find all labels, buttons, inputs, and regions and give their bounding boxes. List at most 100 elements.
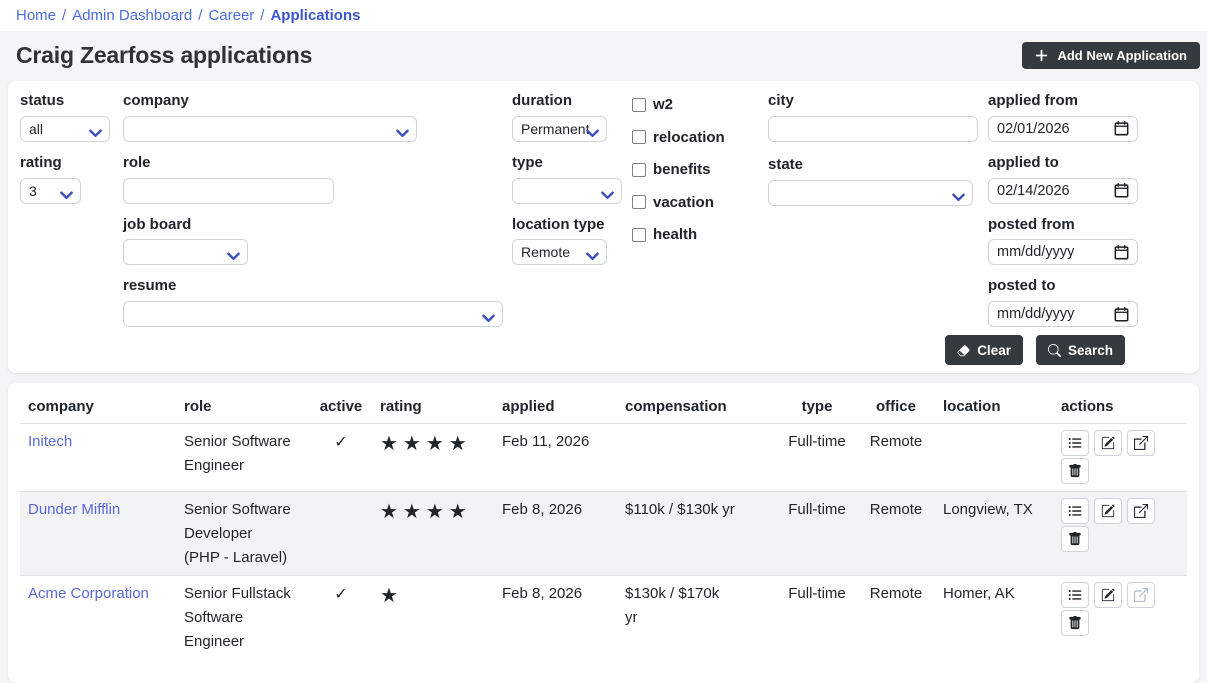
table-header-row: company role active rating applied compe… [20,395,1187,424]
applied-to-input[interactable]: 02/14/2026 [988,178,1138,204]
location-type-label: location type [512,216,622,235]
column-header-applied: applied [494,395,617,424]
type-label: type [512,154,622,173]
delete-button[interactable] [1061,526,1089,552]
duration-label: duration [512,92,622,111]
calendar-icon[interactable] [1114,245,1129,260]
checkbox-label: benefits [653,160,711,180]
external-link-button[interactable] [1127,430,1155,456]
column-header-office: office [857,395,935,424]
page-header: Craig Zearfoss applications Add New Appl… [0,31,1207,81]
search-button[interactable]: Search [1036,335,1125,365]
role-cell: Senior Software Developer (PHP - Laravel… [176,492,310,576]
checkbox-health[interactable]: health [632,225,758,245]
role-cell: Senior Software Engineer [176,424,310,492]
city-input[interactable] [768,116,978,142]
status-select[interactable]: all [20,116,110,142]
column-header-rating: rating [372,395,494,424]
city-label: city [768,92,978,111]
column-header-company: company [20,395,176,424]
external-link-button [1127,582,1155,608]
edit-button[interactable] [1094,498,1122,524]
table-row: Acme CorporationSenior Fullstack Softwar… [20,576,1187,660]
delete-button[interactable] [1061,610,1089,636]
search-button-label: Search [1068,343,1113,358]
type-cell: Full-time [777,576,857,660]
add-new-application-button[interactable]: Add New Application [1022,42,1200,69]
column-header-role: role [176,395,310,424]
breadcrumb-current: Applications [270,7,360,24]
breadcrumb-link-home[interactable]: Home [16,7,56,24]
checkbox-box[interactable] [632,130,646,144]
type-select[interactable] [512,178,622,204]
compensation-cell [617,424,777,492]
chevron-down-icon [482,310,495,326]
company-link[interactable]: Initech [28,433,72,450]
delete-button[interactable] [1061,458,1089,484]
rating-stars: ★★★★ [372,492,494,576]
calendar-icon[interactable] [1114,121,1129,136]
posted-to-input[interactable]: mm/dd/yyyy [988,301,1138,327]
edit-button[interactable] [1094,430,1122,456]
checkbox-label: w2 [653,95,673,115]
column-header-type: type [777,395,857,424]
state-select[interactable] [768,180,973,206]
details-button[interactable] [1061,498,1089,524]
checkbox-box[interactable] [632,195,646,209]
page-title: Craig Zearfoss applications [16,42,312,69]
posted-from-input[interactable]: mm/dd/yyyy [988,239,1138,265]
location-cell: Longview, TX [935,492,1053,576]
rating-stars: ★★★★ [372,424,494,492]
chevron-down-icon [89,125,102,141]
rating-label: rating [20,154,110,173]
breadcrumb-link-career[interactable]: Career [208,7,254,24]
calendar-icon[interactable] [1114,307,1129,322]
checkbox-box[interactable] [632,228,646,242]
edit-button[interactable] [1094,582,1122,608]
role-label: role [123,154,503,173]
checkbox-box[interactable] [632,98,646,112]
breadcrumb-separator: / [62,7,66,24]
duration-select[interactable]: Permanent [512,116,607,142]
breadcrumb-link-admin-dashboard[interactable]: Admin Dashboard [72,7,192,24]
checkbox-vacation[interactable]: vacation [632,193,758,213]
calendar-icon[interactable] [1114,183,1129,198]
state-label: state [768,156,978,175]
checkbox-relocation[interactable]: relocation [632,128,758,148]
company-link[interactable]: Acme Corporation [28,585,149,602]
applied-from-label: applied from [988,92,1138,111]
checkbox-box[interactable] [632,163,646,177]
checkbox-w2[interactable]: w2 [632,95,758,115]
clear-button-label: Clear [977,343,1011,358]
office-cell: Remote [857,492,935,576]
rating-select[interactable]: 3 [20,178,81,204]
company-select[interactable] [123,116,417,142]
resume-select[interactable] [123,301,503,327]
job-board-select[interactable] [123,239,248,265]
posted-from-label: posted from [988,216,1138,235]
table-row: InitechSenior Software Engineer✓★★★★Feb … [20,424,1187,492]
rating-value: 3 [29,183,37,199]
applied-date: Feb 8, 2026 [494,576,617,660]
add-button-label: Add New Application [1057,48,1187,63]
checkbox-group: w2 relocation benefits vacation health [632,92,758,258]
external-link-button[interactable] [1127,498,1155,524]
column-header-location: location [935,395,1053,424]
details-button[interactable] [1061,430,1089,456]
role-input[interactable] [123,178,334,204]
office-cell: Remote [857,576,935,660]
applied-from-input[interactable]: 02/01/2026 [988,116,1138,142]
office-cell: Remote [857,424,935,492]
details-button[interactable] [1061,582,1089,608]
checkbox-benefits[interactable]: benefits [632,160,758,180]
breadcrumb-separator: / [198,7,202,24]
company-link[interactable]: Dunder Mifflin [28,501,120,518]
location-type-select[interactable]: Remote [512,239,607,265]
rating-stars: ★ [372,576,494,660]
breadcrumb: Home / Admin Dashboard / Career / Applications [0,0,1207,31]
clear-button[interactable]: Clear [945,335,1023,365]
breadcrumb-separator: / [260,7,264,24]
posted-to-label: posted to [988,277,1138,296]
active-check: ✓ [310,576,372,660]
resume-label: resume [123,277,503,296]
